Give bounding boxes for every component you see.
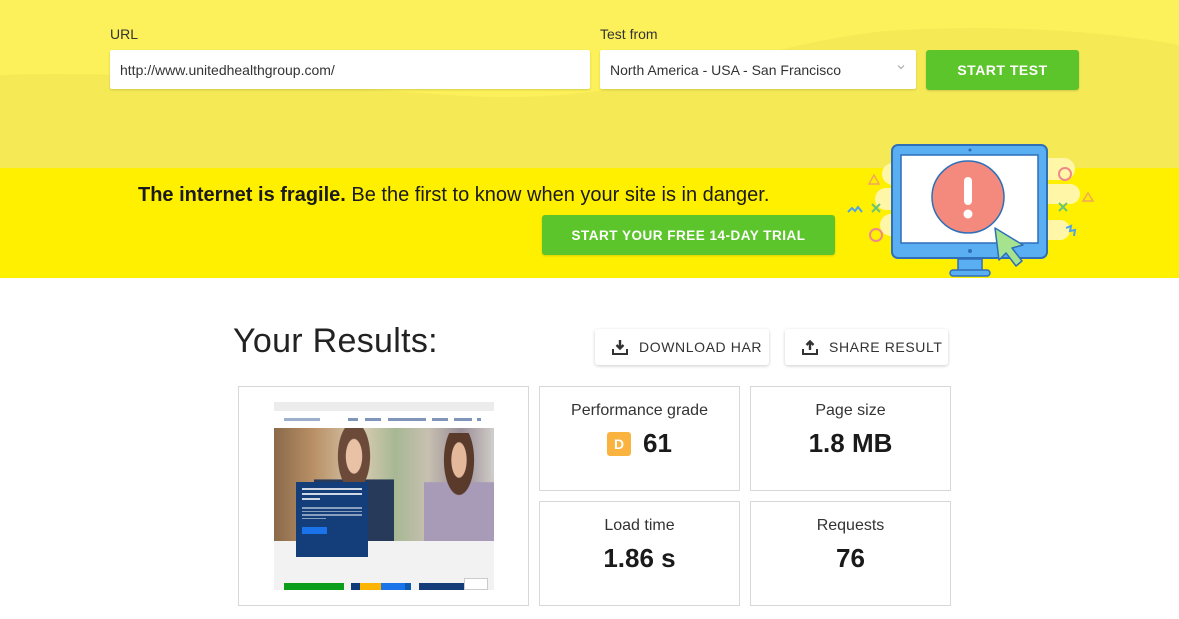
metric-label: Load time: [604, 517, 675, 534]
metric-label: Page size: [815, 402, 886, 419]
zigzag-icon: [847, 205, 863, 213]
metric-value: 76: [836, 543, 865, 573]
share-result-label: SHARE RESULT: [829, 339, 943, 355]
share-result-button[interactable]: SHARE RESULT: [785, 329, 948, 365]
x-icon: [1058, 202, 1068, 212]
metric-load-time: Load time 1.86 s: [539, 501, 740, 606]
start-test-button[interactable]: START TEST: [926, 50, 1079, 90]
monitor-alert-illustration: [847, 144, 1095, 277]
free-trial-button[interactable]: START YOUR FREE 14-DAY TRIAL: [542, 215, 835, 255]
metric-label: Requests: [816, 517, 885, 534]
ring-icon: [869, 228, 883, 242]
metric-page-size: Page size 1.8 MB: [750, 386, 951, 491]
chevron-down-icon: [896, 62, 906, 72]
metric-value: 61: [643, 428, 672, 458]
banner-message: The internet is fragile. Be the first to…: [138, 184, 769, 207]
page-screenshot: [274, 402, 494, 590]
grade-badge: D: [607, 431, 632, 456]
test-location-value: North America - USA - San Francisco: [610, 61, 842, 78]
metric-value: 1.8 MB: [808, 428, 893, 458]
triangle-icon: [867, 173, 881, 185]
banner-bold-text: The internet is fragile.: [138, 184, 346, 206]
results-title: Your Results:: [233, 322, 438, 360]
banner-text: Be the first to know when your site is i…: [345, 184, 770, 206]
upload-icon: [802, 339, 818, 355]
url-input[interactable]: [110, 50, 590, 89]
x-icon: [871, 203, 881, 213]
test-from-label: Test from: [600, 26, 658, 42]
metric-label: Performance grade: [571, 402, 708, 419]
metric-requests: Requests 76: [750, 501, 951, 606]
metric-value: 1.86 s: [603, 543, 676, 573]
page-screenshot-card: [238, 386, 529, 606]
download-har-label: DOWNLOAD HAR: [639, 339, 763, 355]
url-label: URL: [110, 26, 139, 42]
download-har-button[interactable]: DOWNLOAD HAR: [595, 329, 769, 365]
metric-performance-grade: Performance grade D 61: [539, 386, 740, 491]
triangle-icon: [1081, 191, 1095, 202]
test-location-select[interactable]: North America - USA - San Francisco: [600, 50, 916, 89]
download-icon: [612, 340, 628, 355]
